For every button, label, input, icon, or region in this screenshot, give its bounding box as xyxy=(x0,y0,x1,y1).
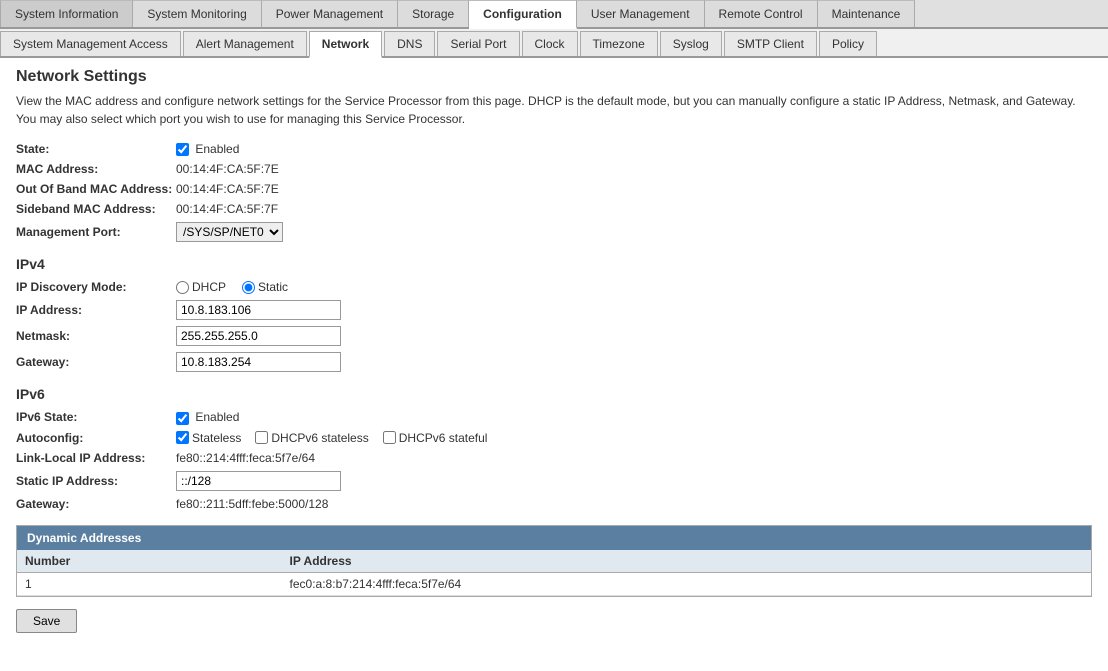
ipv6-gateway-row: Gateway: fe80::211:5dff:febe:5000/128 xyxy=(16,497,1092,511)
tab-system-management-access[interactable]: System Management Access xyxy=(0,31,181,56)
state-text: Enabled xyxy=(195,142,239,156)
static-label: Static xyxy=(258,280,288,294)
ipv4-address-input[interactable] xyxy=(176,300,341,320)
state-label: State: xyxy=(16,142,176,156)
stateless-checkbox[interactable] xyxy=(176,431,189,444)
static-radio[interactable] xyxy=(242,281,255,294)
tab-policy[interactable]: Policy xyxy=(819,31,877,56)
dhcpv6-stateless-label: DHCPv6 stateless xyxy=(271,431,368,445)
sideband-mac-value: 00:14:4F:CA:5F:7F xyxy=(176,202,278,216)
ipv6-gateway-label: Gateway: xyxy=(16,497,176,511)
mgmt-port-row: Management Port: /SYS/SP/NET0 xyxy=(16,222,1092,242)
page-content: Network Settings View the MAC address an… xyxy=(0,58,1108,643)
mac-address-row: MAC Address: 00:14:4F:CA:5F:7E xyxy=(16,162,1092,176)
mgmt-port-label: Management Port: xyxy=(16,225,176,239)
ipv6-state-checkbox[interactable] xyxy=(176,412,189,425)
tab-network[interactable]: Network xyxy=(309,31,382,58)
tab-maintenance[interactable]: Maintenance xyxy=(818,0,916,27)
ipv6-gateway-value: fe80::211:5dff:febe:5000/128 xyxy=(176,497,328,511)
tab-remote-control[interactable]: Remote Control xyxy=(705,0,818,27)
state-row: State: Enabled xyxy=(16,142,1092,156)
ip-discovery-mode-group: DHCP Static xyxy=(176,280,288,294)
tab-storage[interactable]: Storage xyxy=(398,0,469,27)
ipv6-state-row: IPv6 State: Enabled xyxy=(16,410,1092,424)
mac-address-label: MAC Address: xyxy=(16,162,176,176)
tab-dns[interactable]: DNS xyxy=(384,31,435,56)
dhcpv6-stateful-checkbox[interactable] xyxy=(383,431,396,444)
autoconfig-label: Autoconfig: xyxy=(16,431,176,445)
dhcpv6-stateful-label: DHCPv6 stateful xyxy=(399,431,488,445)
tab-power-management[interactable]: Power Management xyxy=(262,0,398,27)
ipv4-address-label: IP Address: xyxy=(16,303,176,317)
tab-alert-management[interactable]: Alert Management xyxy=(183,31,307,56)
ipv6-state-text: Enabled xyxy=(195,410,239,424)
mgmt-port-value: /SYS/SP/NET0 xyxy=(176,222,283,242)
netmask-input[interactable] xyxy=(176,326,341,346)
stateless-label: Stateless xyxy=(192,431,241,445)
tab-user-management[interactable]: User Management xyxy=(577,0,705,27)
tab-system-information[interactable]: System Information xyxy=(0,0,133,27)
dynamic-addresses-container: Dynamic Addresses Number IP Address 1 fe… xyxy=(16,525,1092,597)
ipv6-heading: IPv6 xyxy=(16,386,1092,402)
ipv4-gateway-input[interactable] xyxy=(176,352,341,372)
ipv4-gateway-label: Gateway: xyxy=(16,355,176,369)
state-value: Enabled xyxy=(176,142,239,156)
ipv6-static-ip-label: Static IP Address: xyxy=(16,474,176,488)
netmask-row: Netmask: xyxy=(16,326,1092,346)
oob-mac-value: 00:14:4F:CA:5F:7E xyxy=(176,182,279,196)
netmask-label: Netmask: xyxy=(16,329,176,343)
link-local-value: fe80::214:4fff:feca:5f7e/64 xyxy=(176,451,315,465)
table-row: 1 fec0:a:8:b7:214:4fff:feca:5f7e/64 xyxy=(17,572,1091,595)
autoconfig-row: Autoconfig: Stateless DHCPv6 stateless D… xyxy=(16,431,1092,445)
ipv6-state-value: Enabled xyxy=(176,410,239,424)
tab-smtp-client[interactable]: SMTP Client xyxy=(724,31,817,56)
tab-syslog[interactable]: Syslog xyxy=(660,31,722,56)
row-ip: fec0:a:8:b7:214:4fff:feca:5f7e/64 xyxy=(282,572,1091,595)
stateless-option: Stateless xyxy=(176,431,241,445)
table-header-row: Number IP Address xyxy=(17,550,1091,573)
dhcp-radio[interactable] xyxy=(176,281,189,294)
tab-system-monitoring[interactable]: System Monitoring xyxy=(133,0,261,27)
link-local-label: Link-Local IP Address: xyxy=(16,451,176,465)
dynamic-addresses-table: Number IP Address 1 fec0:a:8:b7:214:4fff… xyxy=(17,550,1091,596)
ipv4-heading: IPv4 xyxy=(16,256,1092,272)
ip-discovery-mode-label: IP Discovery Mode: xyxy=(16,280,176,294)
ipv6-static-ip-input[interactable] xyxy=(176,471,341,491)
ipv6-static-ip-row: Static IP Address: xyxy=(16,471,1092,491)
column-ip-address: IP Address xyxy=(282,550,1091,573)
page-title: Network Settings xyxy=(16,68,1092,86)
dhcpv6-stateless-option: DHCPv6 stateless xyxy=(255,431,368,445)
tab-timezone[interactable]: Timezone xyxy=(580,31,658,56)
oob-mac-label: Out Of Band MAC Address: xyxy=(16,182,176,196)
save-button[interactable]: Save xyxy=(16,609,77,633)
tab-serial-port[interactable]: Serial Port xyxy=(437,31,519,56)
dhcpv6-stateful-option: DHCPv6 stateful xyxy=(383,431,488,445)
sideband-mac-row: Sideband MAC Address: 00:14:4F:CA:5F:7F xyxy=(16,202,1092,216)
oob-mac-row: Out Of Band MAC Address: 00:14:4F:CA:5F:… xyxy=(16,182,1092,196)
dhcpv6-stateless-checkbox[interactable] xyxy=(255,431,268,444)
mac-address-value: 00:14:4F:CA:5F:7E xyxy=(176,162,279,176)
dynamic-addresses-header: Dynamic Addresses xyxy=(17,526,1091,550)
sub-navigation: System Management Access Alert Managemen… xyxy=(0,29,1108,58)
autoconfig-group: Stateless DHCPv6 stateless DHCPv6 statef… xyxy=(176,431,487,445)
column-number: Number xyxy=(17,550,282,573)
tab-clock[interactable]: Clock xyxy=(522,31,578,56)
dhcp-option: DHCP xyxy=(176,280,226,294)
ipv4-gateway-row: Gateway: xyxy=(16,352,1092,372)
static-option: Static xyxy=(242,280,288,294)
ipv6-state-label: IPv6 State: xyxy=(16,410,176,424)
top-navigation: System Information System Monitoring Pow… xyxy=(0,0,1108,29)
ip-discovery-mode-row: IP Discovery Mode: DHCP Static xyxy=(16,280,1092,294)
mgmt-port-select[interactable]: /SYS/SP/NET0 xyxy=(176,222,283,242)
state-checkbox[interactable] xyxy=(176,143,189,156)
dhcp-label: DHCP xyxy=(192,280,226,294)
tab-configuration[interactable]: Configuration xyxy=(469,0,577,29)
link-local-row: Link-Local IP Address: fe80::214:4fff:fe… xyxy=(16,451,1092,465)
page-description: View the MAC address and configure netwo… xyxy=(16,92,1092,128)
sideband-mac-label: Sideband MAC Address: xyxy=(16,202,176,216)
row-number: 1 xyxy=(17,572,282,595)
ipv4-address-row: IP Address: xyxy=(16,300,1092,320)
